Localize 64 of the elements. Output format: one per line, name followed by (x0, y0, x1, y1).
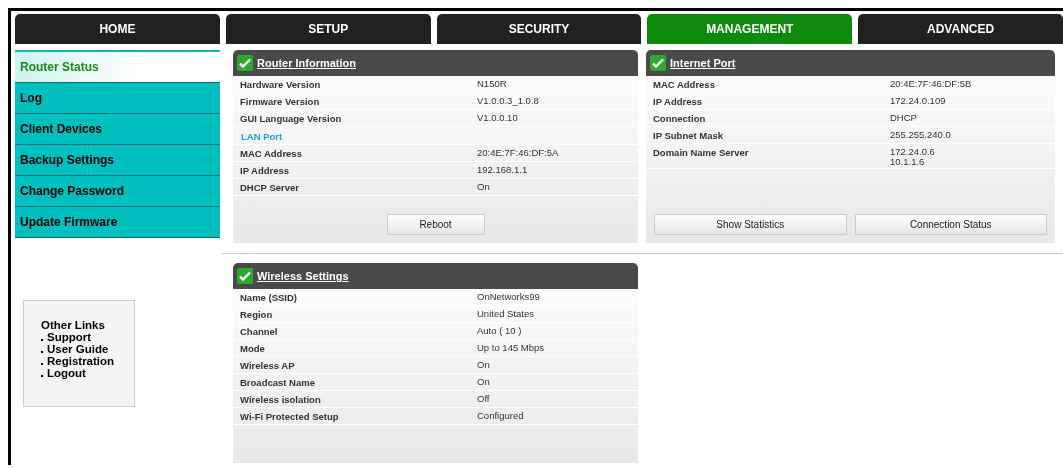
panel-title[interactable]: Router Information (257, 57, 356, 69)
field-label: Domain Name Server (653, 146, 750, 160)
nav-tab[interactable]: SETUP (225, 14, 431, 44)
field-label: MAC Address (240, 147, 303, 161)
check-icon (237, 55, 253, 71)
field-label: MAC Address (653, 78, 716, 92)
field-value: On (477, 180, 490, 194)
links-title: Other Links (41, 319, 105, 331)
sidebar-link[interactable]: Logout (47, 367, 86, 379)
action-button[interactable]: Connection Status (854, 214, 1047, 235)
check-icon (650, 55, 666, 71)
action-button[interactable]: Show Statistics (654, 214, 847, 235)
field-value: N150R (477, 77, 507, 91)
check-icon (237, 268, 253, 284)
field-value: Configured (477, 409, 524, 423)
field-value: On (477, 375, 490, 389)
field-value: Off (477, 392, 490, 406)
field-label: Wireless AP (240, 359, 296, 373)
field-value: United States (477, 307, 535, 321)
field-label: IP Address (240, 164, 291, 178)
field-label: Wireless isolation (240, 393, 322, 407)
field-value: V1.0.0.10 (477, 111, 518, 125)
field-value: 20:4E:7F:46:DF:5A (477, 146, 559, 160)
nav-tab[interactable]: ADVANCED (858, 14, 1063, 44)
sidebar-item[interactable]: Router Status (15, 50, 220, 83)
field-label: IP Address (653, 95, 704, 109)
field-label: Firmware Version (240, 95, 321, 109)
panel-title[interactable]: Internet Port (670, 57, 736, 69)
field-value: 255.255.240.0 (890, 128, 951, 142)
field-value: 20:4E:7F:46:DF:5B (890, 77, 972, 91)
field-value: V1.0.0.3_1.0.8 (477, 94, 539, 108)
sidebar-item[interactable]: Update Firmware (15, 207, 220, 238)
field-label: Region (240, 308, 274, 322)
field-label: DHCP Server (240, 181, 300, 195)
field-label: Hardware Version (240, 78, 322, 92)
field-label: Broadcast Name (240, 376, 316, 390)
section-heading: LAN Port (240, 130, 283, 144)
field-value: 172.24.0.109 (890, 94, 946, 108)
field-label: IP Subnet Mask (653, 129, 725, 143)
field-value: Up to 145 Mbps (477, 341, 545, 355)
sidebar-link[interactable]: User Guide (47, 343, 109, 355)
sidebar-link[interactable]: Registration (47, 355, 115, 367)
sidebar-item[interactable]: Log (15, 83, 220, 114)
field-value: 172.24.0.6 10.1.1.6 (890, 145, 935, 168)
field-label: GUI Language Version (240, 112, 343, 126)
field-value: Auto ( 10 ) (477, 324, 522, 338)
action-button[interactable]: Reboot (386, 214, 485, 235)
field-label: Wi-Fi Protected Setup (240, 410, 340, 424)
sidebar-link[interactable]: Support (47, 331, 92, 343)
field-label: Mode (240, 342, 266, 356)
nav-tab[interactable]: MANAGEMENT (647, 14, 853, 44)
sidebar-item[interactable]: Client Devices (15, 114, 220, 145)
sidebar-item[interactable]: Backup Settings (15, 145, 220, 176)
field-value: On (477, 358, 490, 372)
field-label: Connection (653, 112, 707, 126)
nav-tab[interactable]: SECURITY (436, 14, 642, 44)
field-value: OnNetworks99 (477, 290, 540, 304)
field-label: Name (SSID) (240, 291, 298, 305)
sidebar-item[interactable]: Change Password (15, 176, 220, 207)
field-value: DHCP (890, 111, 917, 125)
field-label: Channel (240, 325, 279, 339)
field-value: 192.168.1.1 (477, 163, 528, 177)
nav-tab[interactable]: HOME (15, 14, 220, 44)
panel-title[interactable]: Wireless Settings (257, 270, 349, 282)
